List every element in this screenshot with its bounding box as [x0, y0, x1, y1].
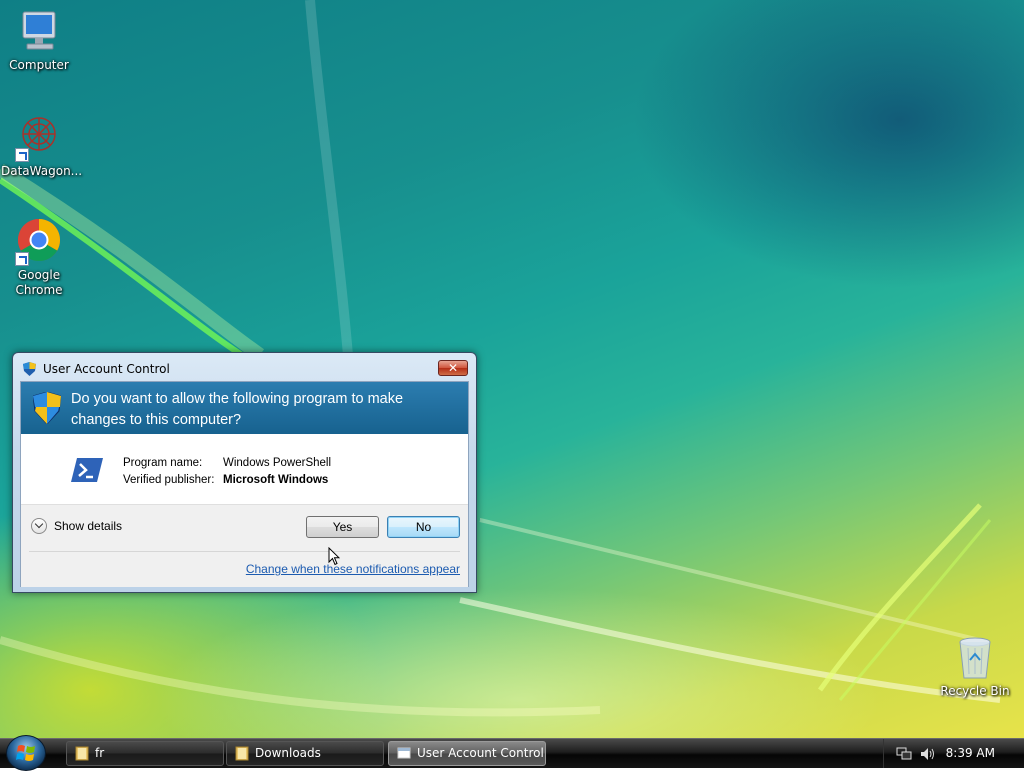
volume-icon[interactable]	[920, 747, 936, 761]
start-button[interactable]	[6, 735, 46, 771]
uac-question: Do you want to allow the following progr…	[71, 391, 404, 428]
network-icon[interactable]	[896, 747, 912, 761]
mouse-cursor-icon	[328, 547, 340, 566]
desktop: Computer DataWagon... Google Chrome Recy…	[0, 0, 1024, 738]
desktop-icon-label: Computer	[9, 58, 69, 72]
publisher-row: Verified publisher: Microsoft Windows	[123, 474, 328, 486]
recycle-bin-icon	[951, 634, 999, 682]
shortcut-arrow-icon	[15, 148, 29, 162]
change-notifications-link[interactable]: Change when these notifications appear	[246, 562, 460, 576]
uac-shield-small-icon	[23, 362, 36, 376]
taskbar-item-uac[interactable]: User Account Control	[388, 741, 546, 766]
publisher-label: Verified publisher:	[123, 474, 215, 486]
desktop-icon-computer[interactable]: Computer	[1, 8, 77, 73]
windows-logo-icon	[16, 745, 35, 761]
clock[interactable]: 8:39 AM	[946, 746, 995, 760]
chrome-icon	[15, 218, 63, 266]
taskbar-item-downloads[interactable]: Downloads	[226, 741, 384, 766]
desktop-icon-chrome[interactable]: Google Chrome	[1, 218, 77, 298]
uac-title: User Account Control	[43, 362, 170, 376]
uac-dialog: User Account Control ✕ Do you want to al…	[12, 352, 477, 593]
chevron-down-icon[interactable]	[31, 518, 47, 534]
publisher-value: Microsoft Windows	[223, 474, 329, 486]
desktop-icon-datawagon[interactable]: DataWagon...	[1, 114, 83, 179]
close-button[interactable]: ✕	[438, 360, 468, 376]
system-tray: 8:39 AM	[883, 739, 1024, 768]
program-name-label: Program name:	[123, 457, 203, 469]
datawagon-icon	[15, 114, 63, 162]
taskbar-item-fr[interactable]: fr	[66, 741, 224, 766]
taskbar-item-label: Downloads	[255, 746, 321, 760]
uac-titlebar[interactable]: User Account Control ✕	[13, 353, 476, 381]
window-icon	[397, 747, 411, 759]
program-name-row: Program name: Windows PowerShell	[123, 457, 331, 469]
uac-body: Do you want to allow the following progr…	[20, 381, 469, 587]
taskbar-item-label: User Account Control	[417, 746, 544, 760]
show-details-toggle[interactable]: Show details	[31, 518, 122, 534]
desktop-icon-label: Recycle Bin	[940, 684, 1010, 698]
desktop-icon-label: Google Chrome	[15, 268, 63, 297]
no-button[interactable]: No	[387, 516, 460, 538]
uac-banner: Do you want to allow the following progr…	[21, 382, 468, 434]
yes-button[interactable]: Yes	[306, 516, 379, 538]
show-details-label: Show details	[54, 519, 123, 533]
taskbar-item-label: fr	[95, 746, 105, 760]
powershell-icon	[71, 456, 103, 484]
divider	[29, 551, 460, 552]
program-info: Program name: Windows PowerShell Verified…	[21, 434, 468, 504]
uac-footer: Show details Yes No Change when these no…	[21, 504, 468, 587]
folder-icon	[235, 746, 249, 761]
desktop-icon-label: DataWagon...	[1, 164, 83, 178]
desktop-icon-recycle-bin[interactable]: Recycle Bin	[937, 634, 1013, 699]
uac-shield-icon	[32, 391, 62, 425]
program-name-value: Windows PowerShell	[223, 457, 332, 469]
computer-icon	[15, 8, 63, 56]
shortcut-arrow-icon	[15, 252, 29, 266]
taskbar: fr Downloads User Account Control 8:39 A…	[0, 735, 1024, 771]
folder-icon	[75, 746, 89, 761]
